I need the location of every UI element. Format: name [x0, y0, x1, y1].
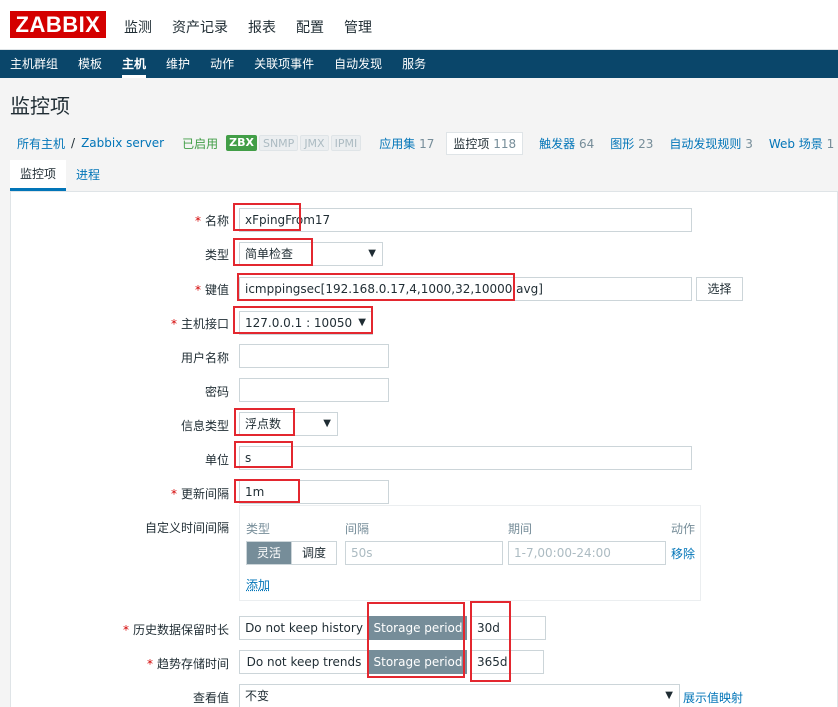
- badge-zbx: ZBX: [226, 135, 257, 151]
- menu-configuration[interactable]: 配置: [296, 17, 324, 37]
- chevron-down-icon: ▼: [323, 418, 331, 429]
- subnav-discovery[interactable]: 自动发现: [334, 50, 382, 78]
- top-header: ZABBIX 监测 资产记录 报表 配置 管理: [0, 0, 838, 50]
- nav-discovery-rules[interactable]: 自动发现规则 3: [669, 135, 752, 152]
- breadcrumb-host[interactable]: Zabbix server: [81, 136, 164, 150]
- subnav-actions[interactable]: 动作: [210, 50, 234, 78]
- chevron-down-icon: ▼: [665, 690, 673, 701]
- subnav-templates[interactable]: 模板: [78, 50, 102, 78]
- badge-jmx: JMX: [300, 135, 329, 151]
- key-input[interactable]: icmppingsec[192.168.0.17,4,1000,32,10000…: [239, 277, 692, 301]
- name-label: * 名称: [194, 214, 229, 228]
- key-label: * 键值: [194, 283, 229, 297]
- trends-storage-period-button[interactable]: Storage period: [369, 650, 467, 674]
- trends-label: * 趋势存储时间: [146, 657, 229, 671]
- custom-interval-input[interactable]: 50s: [345, 541, 503, 565]
- badge-snmp: SNMP: [258, 135, 299, 151]
- main-menu: 监测 资产记录 报表 配置 管理: [124, 17, 372, 37]
- info-type-select[interactable]: 浮点数 ▼: [239, 412, 338, 436]
- host-status: 已启用: [182, 136, 219, 151]
- custom-intervals-table: 类型 间隔 期间 动作 灵活 调度 50s 1-7,00:00-24:00 移除…: [239, 505, 701, 601]
- nav-triggers[interactable]: 触发器 64: [539, 135, 594, 152]
- username-input[interactable]: [239, 344, 389, 368]
- item-form: * 名称 xFpingFrom17 类型 简单检查 ▼ * 键值 icmppingse…: [10, 191, 838, 707]
- history-period-input[interactable]: 30d: [471, 616, 546, 640]
- show-value-mappings-link[interactable]: 展示值映射: [683, 689, 743, 706]
- chevron-down-icon: ▼: [358, 317, 366, 328]
- type-select[interactable]: 简单检查 ▼: [239, 242, 383, 266]
- subnav-maintenance[interactable]: 维护: [166, 50, 190, 78]
- update-interval-label: * 更新间隔: [170, 487, 229, 501]
- valuemap-select[interactable]: 不变 ▼: [239, 684, 680, 707]
- menu-administration[interactable]: 管理: [344, 17, 372, 37]
- interface-label: * 主机接口: [170, 317, 229, 331]
- menu-reports[interactable]: 报表: [248, 17, 276, 37]
- flexible-option[interactable]: 灵活: [247, 542, 292, 564]
- trends-period-input[interactable]: 365d: [471, 650, 544, 674]
- form-tabs: 监控项 进程: [10, 160, 110, 191]
- nav-graphs[interactable]: 图形 23: [610, 135, 653, 152]
- subnav-correlation[interactable]: 关联项事件: [254, 50, 314, 78]
- col-header-interval: 间隔: [345, 522, 370, 536]
- host-navigation: 所有主机 / Zabbix server 已启用 ZBX SNMP JMX IP…: [17, 131, 834, 155]
- custom-intervals-label: 自定义时间间隔: [144, 521, 229, 535]
- nav-applications[interactable]: 应用集 17: [379, 135, 434, 152]
- username-label: 用户名称: [180, 351, 229, 365]
- name-input[interactable]: xFpingFrom17: [239, 208, 692, 232]
- units-input[interactable]: s: [239, 446, 692, 470]
- menu-inventory[interactable]: 资产记录: [172, 17, 228, 37]
- page-title: 监控项: [10, 94, 70, 118]
- breadcrumb-separator: /: [71, 136, 76, 150]
- breadcrumb-all-hosts[interactable]: 所有主机: [17, 135, 65, 152]
- nav-items[interactable]: 监控项 118: [446, 131, 524, 155]
- subnav-hosts[interactable]: 主机: [122, 50, 147, 78]
- info-type-label: 信息类型: [180, 419, 229, 433]
- col-header-action: 动作: [671, 522, 696, 536]
- zabbix-logo[interactable]: ZABBIX: [10, 11, 106, 38]
- valuemap-label: 查看值: [192, 691, 229, 705]
- password-label: 密码: [204, 385, 229, 399]
- units-label: 单位: [204, 453, 229, 467]
- col-header-period: 期间: [508, 522, 533, 536]
- history-do-not-keep-button[interactable]: Do not keep history: [239, 616, 369, 640]
- remove-interval-link[interactable]: 移除: [671, 545, 695, 562]
- update-interval-input[interactable]: 1m: [239, 480, 389, 504]
- password-input[interactable]: [239, 378, 389, 402]
- tab-item[interactable]: 监控项: [10, 160, 67, 191]
- menu-monitoring[interactable]: 监测: [124, 17, 152, 37]
- sub-navigation: 主机群组 模板 主机 维护 动作 关联项事件 自动发现 服务: [0, 50, 838, 78]
- add-interval-link[interactable]: 添加: [246, 576, 270, 593]
- nav-web-scenarios[interactable]: Web 场景 1: [769, 135, 834, 152]
- interval-type-toggle: 灵活 调度: [246, 541, 338, 565]
- col-header-type: 类型: [246, 522, 271, 536]
- tab-preprocessing[interactable]: 进程: [66, 160, 110, 191]
- interface-select[interactable]: 127.0.0.1 : 10050 ▼: [239, 311, 373, 335]
- custom-period-input[interactable]: 1-7,00:00-24:00: [508, 541, 666, 565]
- key-select-button[interactable]: 选择: [696, 277, 743, 301]
- type-label: 类型: [204, 248, 229, 262]
- trends-do-not-keep-button[interactable]: Do not keep trends: [239, 650, 369, 674]
- scheduling-option[interactable]: 调度: [291, 542, 337, 564]
- chevron-down-icon: ▼: [368, 248, 376, 259]
- history-storage-period-button[interactable]: Storage period: [369, 616, 467, 640]
- subnav-services[interactable]: 服务: [402, 50, 426, 78]
- badge-ipmi: IPMI: [330, 135, 362, 151]
- history-label: * 历史数据保留时长: [122, 623, 229, 637]
- subnav-host-groups[interactable]: 主机群组: [10, 50, 58, 78]
